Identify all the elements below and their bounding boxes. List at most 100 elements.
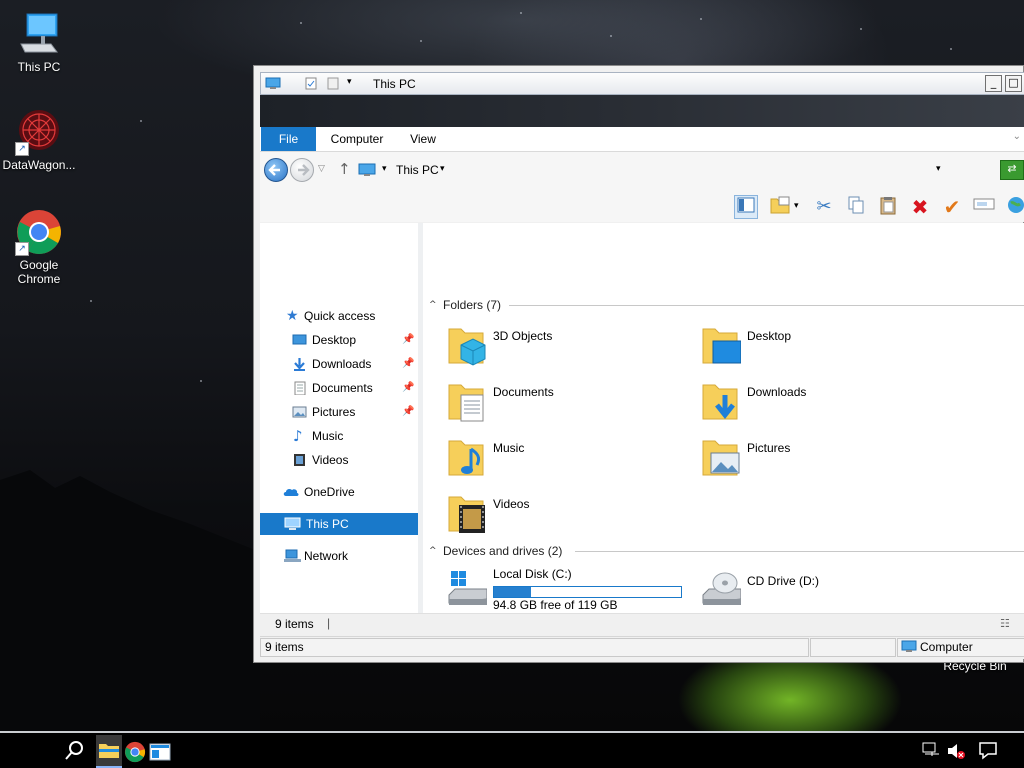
desktop-icon-google-chrome[interactable]: ↗ Google Chrome [1,208,77,286]
folder-desktop[interactable]: Desktop [697,323,937,373]
drive-cd-d[interactable]: CD Drive (D:) [697,565,937,615]
pin-icon[interactable]: 📌 [402,353,414,375]
file-explorer-icon [99,744,119,758]
nav-item-videos[interactable]: Videos [260,449,418,471]
cut-icon[interactable]: ✂ [812,195,836,219]
forward-arrow-icon [298,164,310,176]
status-empty-cell [810,638,896,657]
nav-item-network[interactable]: Network [260,545,418,567]
drives-group-header[interactable]: Devices and drives (2) [443,544,562,558]
maximize-button[interactable]: □ [1005,75,1022,92]
nav-item-this-pc[interactable]: This PC [260,513,418,535]
copy-icon[interactable] [844,195,868,219]
collapse-drives-icon[interactable]: ^ [429,546,437,556]
hard-drive-icon [448,571,487,605]
taskbar-google-chrome[interactable] [123,737,147,765]
taskbar-file-explorer[interactable] [96,735,122,768]
pin-icon[interactable]: 📌 [402,329,414,351]
nav-item-desktop[interactable]: Desktop 📌 [260,329,418,351]
network-tray-icon[interactable] [921,741,941,761]
address-history-dropdown-icon[interactable]: ▾ [936,164,941,174]
delete-icon[interactable]: ✖ [908,195,932,219]
pin-icon[interactable]: 📌 [402,377,414,399]
globe-icon[interactable] [1004,195,1024,219]
volume-muted-icon[interactable] [946,741,966,761]
nav-item-pictures[interactable]: Pictures 📌 [260,401,418,423]
computer-icon [284,517,301,530]
nav-item-downloads[interactable]: Downloads 📌 [260,353,418,375]
minimize-button[interactable]: _ [985,75,1002,92]
forward-button[interactable] [290,158,314,182]
chrome-icon [124,741,146,763]
recent-locations-icon[interactable]: ▽ [318,164,325,174]
tab-computer[interactable]: Computer [322,127,392,151]
mountain-silhouette [0,470,260,731]
picture-icon [292,406,307,418]
refresh-icon[interactable]: ⇄ [1000,160,1024,180]
cloud-icon [283,488,299,496]
download-arrow-icon [294,358,305,371]
nav-item-documents[interactable]: Documents 📌 [260,377,418,399]
desktop-folder-icon [702,328,741,364]
folder-music[interactable]: Music [443,435,683,485]
document-icon [294,381,306,395]
folder-3d-objects[interactable]: 3D Objects [443,323,683,373]
expand-ribbon-icon[interactable]: ⌄ [1013,131,1021,142]
nav-item-music[interactable]: ♪ Music [260,425,418,447]
window-title: This PC [373,77,416,91]
drive-label: Local Disk (C:) [493,567,572,581]
properties-icon[interactable] [305,77,317,90]
nav-item-label: Videos [312,453,349,467]
customize-quick-access-icon[interactable]: ▾ [347,77,359,90]
breadcrumb-dropdown-icon[interactable]: ▾ [440,164,445,174]
computer-icon [901,640,917,652]
layout-dropdown-icon[interactable]: ▾ [794,201,799,211]
back-button[interactable] [264,158,288,182]
desktop-icon-this-pc[interactable]: This PC [1,10,77,74]
nav-item-onedrive[interactable]: OneDrive [260,481,418,503]
nav-item-quick-access[interactable]: ★ Quick access [260,305,418,327]
folder-label: Desktop [747,329,792,343]
new-folder-icon[interactable] [327,77,339,90]
pictures-folder-icon [702,440,740,476]
start-button[interactable] [0,733,50,768]
folder-label: Music [493,441,525,455]
item-count: 9 items [275,617,314,631]
up-arrow-icon[interactable]: ↑ [338,160,351,178]
folder-downloads[interactable]: Downloads [697,379,937,429]
collapse-folders-icon[interactable]: ^ [429,300,437,310]
breadcrumb-chevron-icon[interactable]: ▾ [382,164,387,174]
check-icon[interactable]: ✔ [940,195,964,219]
downloads-folder-icon [702,384,738,420]
ribbon-tabs: File Computer View ⌄ [260,127,1024,152]
breadcrumb-this-pc[interactable]: This PC [396,163,439,177]
folder-label: Pictures [747,441,791,455]
chrome-icon: ↗ [15,208,63,256]
action-center-icon[interactable] [978,740,998,760]
folder-pictures[interactable]: Pictures [697,435,937,485]
navigation-pane-toggle-icon[interactable] [734,195,758,219]
folder-documents[interactable]: Documents [443,379,683,429]
search-icon[interactable] [62,739,86,763]
layout-icon[interactable] [768,195,792,219]
drive-local-disk-c[interactable]: Local Disk (C:) 94.8 GB free of 119 GB [443,565,693,615]
back-arrow-icon [268,164,280,176]
folders-group-header[interactable]: Folders (7) [443,298,501,312]
disk-usage-bar [493,586,682,598]
desktop-icon-datawagon[interactable]: ↗ DataWagon... [1,108,77,172]
folder-videos[interactable]: Videos [443,491,683,541]
tab-file[interactable]: File [261,127,316,151]
address-bar[interactable]: ▾ This PC ▾ ▾ [358,159,954,183]
group-divider [509,305,1024,306]
taskbar-app[interactable] [148,737,172,765]
details-view-icon[interactable]: ☷ [1000,617,1010,630]
title-bar[interactable]: ▾ This PC _ □ [260,72,1024,95]
nav-item-label: Quick access [304,309,376,323]
paste-icon[interactable] [876,195,900,219]
tab-view[interactable]: View [400,127,446,151]
folder-label: Documents [493,385,554,399]
pin-icon[interactable]: 📌 [402,401,414,423]
nav-item-label: Desktop [312,333,357,347]
content-pane: ^ Folders (7) 3D Objects Desktop Documen… [423,223,1024,613]
rename-icon[interactable] [972,195,996,219]
